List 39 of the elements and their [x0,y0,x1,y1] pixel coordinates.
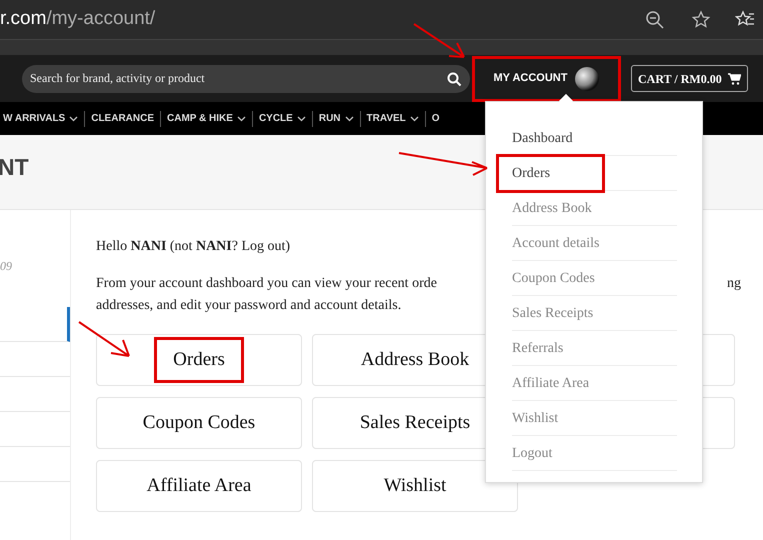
tile-label: Affiliate Area [146,474,252,498]
nav-link[interactable]: O [426,111,446,126]
dashboard-tile[interactable]: Affiliate Area [96,460,302,512]
nav-link[interactable]: W ARRIVALS [0,111,84,126]
nav-link[interactable]: CLEARANCE [85,111,160,126]
greeting-text: Hello NANI (not NANI? Log out) [96,238,290,256]
tile-label: Address Book [360,348,470,372]
cart-button[interactable]: CART / RM0.00 [631,65,748,92]
chevron-down-icon [296,116,306,122]
tile-label: Wishlist [382,474,448,498]
dashboard-tile[interactable]: Coupon Codes [96,397,302,449]
nav-link[interactable]: CAMP & HIKE [161,111,252,126]
nav-link[interactable]: RUN [312,111,360,126]
annotation-arrow [413,23,465,58]
cart-icon [728,72,741,84]
url-text: r.com/my-account/ [0,7,156,32]
search-icon[interactable] [447,72,462,86]
address-bar[interactable]: r.com/my-account/ [0,0,763,40]
zoom-icon[interactable] [645,10,665,30]
intro-text: ng [727,275,741,293]
sidebar-text: 09 [0,258,13,275]
chevron-down-icon [344,116,354,122]
star-icon[interactable] [691,10,711,30]
chevron-down-icon [236,116,246,122]
intro-text: addresses, and edit your password and account details. [96,297,402,315]
tile-label: Coupon Codes [142,410,256,435]
avatar-icon [575,66,600,90]
chevron-down-icon [69,116,78,122]
menu-item[interactable]: Orders [496,154,606,192]
chevron-down-icon [410,116,419,122]
nav-link[interactable]: TRAVEL [360,111,425,126]
tile-label: Orders [154,336,244,384]
tile-label: Sales Receipts [358,410,472,435]
annotation-arrow [78,321,130,357]
dashboard-tile[interactable]: Orders [96,334,302,386]
search-field[interactable]: Search for brand, activity or product [22,64,470,92]
intro-text: From your account dashboard you can view your recent orde [96,275,437,293]
nav-link[interactable]: CYCLE [252,111,312,126]
sidebar-item[interactable] [0,307,70,342]
